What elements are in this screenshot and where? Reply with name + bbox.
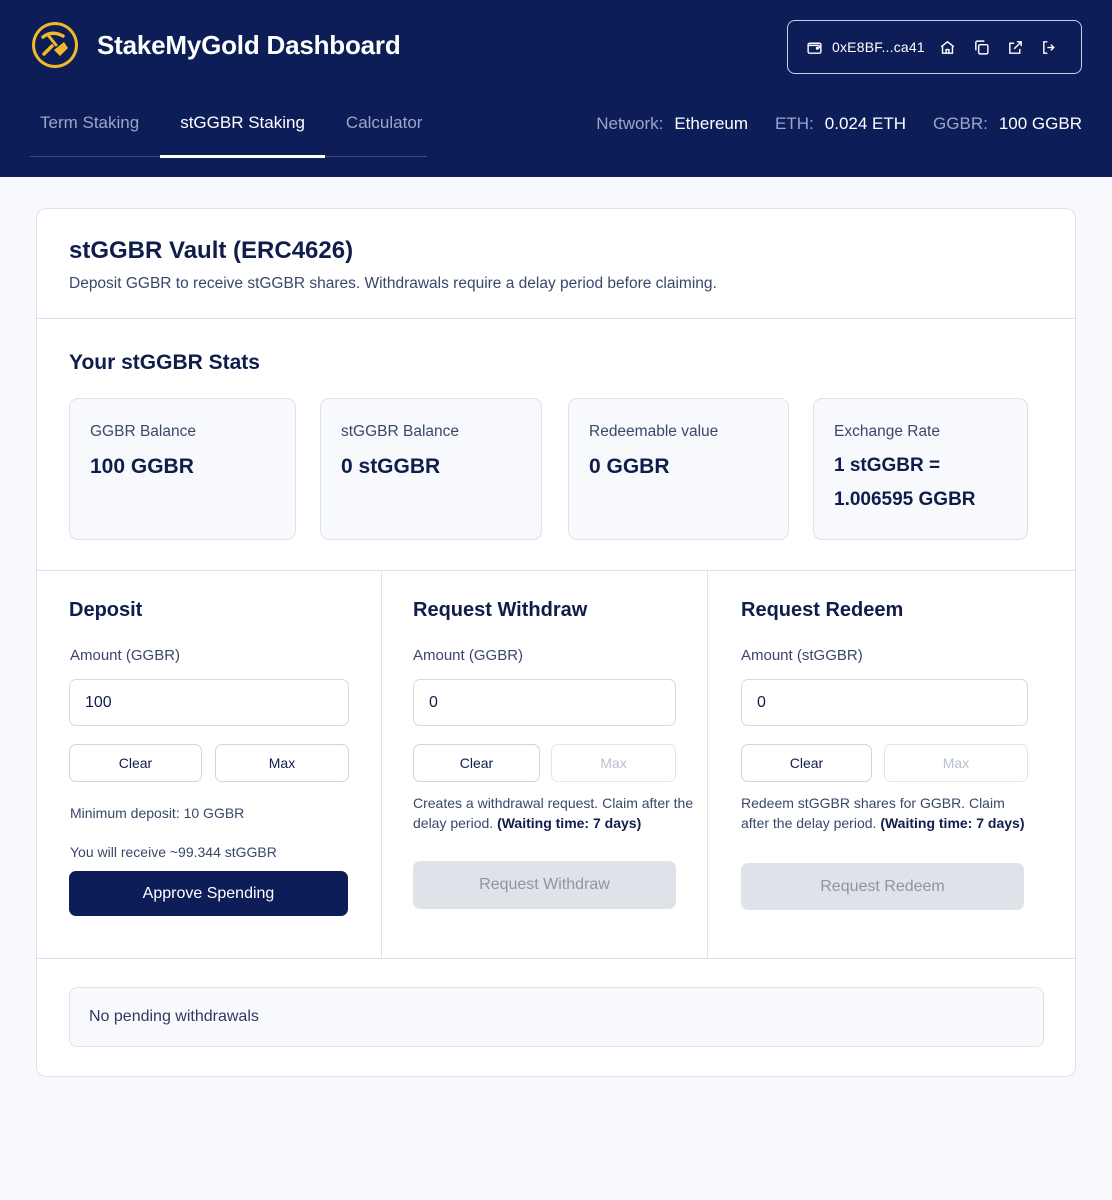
withdraw-amount-input[interactable] (413, 679, 676, 726)
logout-icon[interactable] (1041, 38, 1059, 56)
exchange-rate-line2: 1.006595 GGBR (834, 489, 976, 510)
tab-term-staking[interactable]: Term Staking (40, 100, 139, 157)
redeem-note-line1: Redeem stGGBR shares for GGBR. Claim (741, 795, 1005, 811)
redeem-note-line2: after the delay period. (741, 815, 877, 831)
redeem-waiting-time: (Waiting time: 7 days) (880, 815, 1025, 831)
pending-withdrawals-box: No pending withdrawals (69, 987, 1044, 1047)
withdraw-amount-label: Amount (GGBR) (413, 647, 524, 664)
home-icon[interactable] (939, 38, 957, 56)
stat-value: 0 stGGBR (341, 455, 441, 478)
top-header: StakeMyGold Dashboard 0xE8BF...ca41 Term… (0, 0, 1112, 177)
withdraw-note-line2: delay period. (413, 815, 494, 831)
vault-title: stGGBR Vault (ERC4626) (69, 237, 354, 264)
wallet-icon (805, 38, 823, 56)
app-title: StakeMyGold Dashboard (97, 29, 401, 60)
redeem-amount-label: Amount (stGGBR) (741, 647, 863, 664)
ggbr-value: 100 GGBR (998, 114, 1082, 133)
deposit-clear-button[interactable]: Clear (69, 744, 202, 782)
tab-calculator[interactable]: Calculator (346, 100, 423, 157)
network-group: Network: Ethereum (596, 114, 748, 134)
brand: StakeMyGold Dashboard (30, 20, 401, 70)
stat-label: Exchange Rate (834, 423, 940, 440)
stat-card-redeemable-value: Redeemable value 0 GGBR (568, 398, 789, 540)
stat-label: stGGBR Balance (341, 423, 460, 440)
ggbr-label: GGBR: (933, 114, 988, 133)
stat-card-exchange-rate: Exchange Rate 1 stGGBR = 1.006595 GGBR (813, 398, 1028, 540)
stat-card-ggbr-balance: GGBR Balance 100 GGBR (69, 398, 296, 540)
stat-value: 100 GGBR (90, 455, 194, 478)
withdraw-clear-button[interactable]: Clear (413, 744, 540, 782)
stat-value: 1 stGGBR = 1.006595 GGBR (834, 449, 1027, 517)
wallet-address: 0xE8BF...ca41 (832, 39, 925, 55)
deposit-amount-input[interactable] (69, 679, 349, 726)
deposit-panel: Deposit Amount (GGBR) Clear Max Minimum … (37, 571, 382, 959)
deposit-max-button[interactable]: Max (215, 744, 349, 782)
request-withdraw-panel: Request Withdraw Amount (GGBR) Clear Max… (382, 571, 708, 959)
vault-card: stGGBR Vault (ERC4626) Deposit GGBR to r… (36, 208, 1076, 1077)
deposit-receive-note: You will receive ~99.344 stGGBR (70, 844, 277, 860)
stat-value: 0 GGBR (589, 455, 670, 478)
request-withdraw-button[interactable]: Request Withdraw (413, 861, 676, 909)
gold-pickaxe-logo-icon (32, 22, 78, 68)
actions-section: Deposit Amount (GGBR) Clear Max Minimum … (37, 571, 1075, 959)
request-redeem-panel: Request Redeem Amount (stGGBR) Clear Max… (708, 571, 1075, 959)
withdraw-note-line1: Creates a withdrawal request. Claim afte… (413, 795, 694, 811)
ggbr-balance-group: GGBR: 100 GGBR (933, 114, 1082, 134)
withdraw-note: Creates a withdrawal request. Claim afte… (413, 793, 703, 833)
stat-card-stggbr-balance: stGGBR Balance 0 stGGBR (320, 398, 542, 540)
stat-label: Redeemable value (589, 423, 719, 440)
main-tabs: Term Staking stGGBR Staking Calculator (30, 100, 427, 158)
redeem-note: Redeem stGGBR shares for GGBR. Claim aft… (741, 793, 1051, 833)
copy-icon[interactable] (973, 38, 991, 56)
request-redeem-button[interactable]: Request Redeem (741, 863, 1024, 910)
eth-value: 0.024 ETH (824, 114, 907, 133)
redeem-max-button[interactable]: Max (884, 744, 1028, 782)
vault-subtitle: Deposit GGBR to receive stGGBR shares. W… (69, 275, 717, 292)
stats-title: Your stGGBR Stats (69, 351, 260, 374)
vault-header: stGGBR Vault (ERC4626) Deposit GGBR to r… (37, 209, 1075, 319)
deposit-amount-label: Amount (GGBR) (70, 647, 181, 664)
network-value: Ethereum (674, 114, 749, 133)
stat-label: GGBR Balance (90, 423, 196, 440)
redeem-amount-input[interactable] (741, 679, 1028, 726)
wallet-panel: 0xE8BF...ca41 (787, 20, 1082, 74)
redeem-clear-button[interactable]: Clear (741, 744, 872, 782)
network-info: Network: Ethereum ETH: 0.024 ETH GGBR: 100 … (596, 114, 1082, 134)
eth-balance-group: ETH: 0.024 ETH (775, 114, 906, 134)
approve-spending-button[interactable]: Approve Spending (69, 871, 348, 916)
withdraw-title: Request Withdraw (413, 599, 588, 621)
redeem-title: Request Redeem (741, 599, 904, 621)
external-link-icon[interactable] (1007, 38, 1025, 56)
withdraw-waiting-time: (Waiting time: 7 days) (497, 815, 642, 831)
exchange-rate-line1: 1 stGGBR = (834, 455, 941, 476)
deposit-minimum-note: Minimum deposit: 10 GGBR (70, 805, 245, 821)
withdraw-max-button[interactable]: Max (551, 744, 676, 782)
deposit-title: Deposit (69, 599, 143, 621)
tab-stggbr-staking[interactable]: stGGBR Staking (160, 100, 325, 158)
network-label: Network: (596, 114, 664, 133)
eth-label: ETH: (775, 114, 814, 133)
